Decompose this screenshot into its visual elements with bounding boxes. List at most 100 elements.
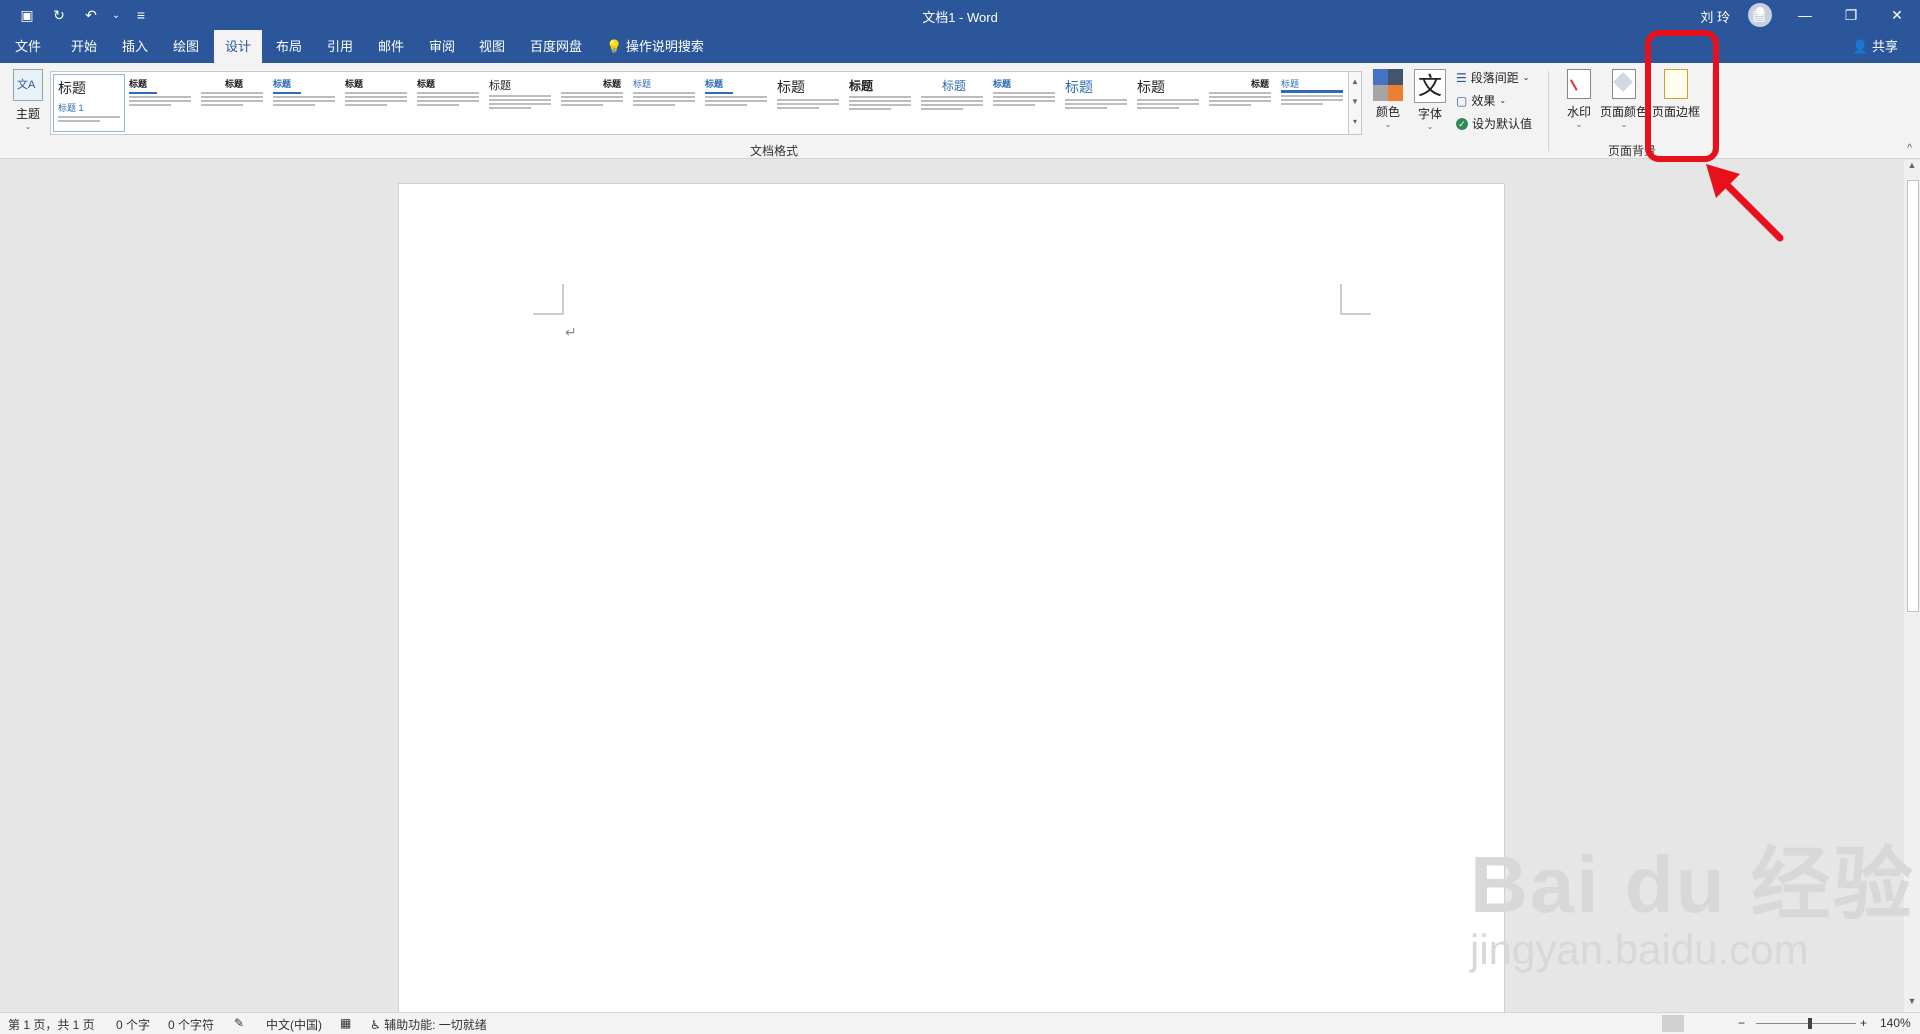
style-title: 标题 (633, 79, 652, 89)
tab-mailings[interactable]: 邮件 (369, 30, 413, 63)
tell-me-search[interactable]: 💡 操作说明搜索 (606, 30, 704, 63)
fonts-label: 字体 (1417, 107, 1442, 121)
gallery-more-icon[interactable]: ▾ (1349, 112, 1361, 132)
page-color-label: 页面颜色 (1599, 105, 1648, 119)
page-count[interactable]: 第 1 页，共 1 页 (8, 1016, 95, 1033)
style-set-item[interactable]: 标题 (485, 74, 555, 130)
print-layout-icon[interactable] (1662, 1015, 1684, 1032)
scroll-up-icon[interactable]: ▲ (1904, 160, 1920, 176)
web-layout-icon[interactable] (1700, 1015, 1722, 1032)
style-title: 标题 (1065, 79, 1093, 95)
themes-button[interactable]: 文A 主题 ⌄ (10, 69, 46, 131)
tab-design[interactable]: 设计 (214, 30, 262, 63)
style-set-item[interactable]: 标题 (197, 74, 267, 130)
macro-icon[interactable]: ▦ (340, 1016, 351, 1030)
style-set-item[interactable]: 标题 标题 1 (53, 74, 125, 132)
word-count[interactable]: 0 个字 (116, 1016, 150, 1033)
accessibility-status[interactable]: ♿ 辅助功能: 一切就绪 (370, 1016, 487, 1033)
zoom-out-button[interactable]: − (1738, 1016, 1745, 1030)
zoom-slider[interactable] (1756, 1023, 1856, 1024)
style-set-item[interactable]: 标题 (341, 74, 411, 130)
style-set-item[interactable]: 标题 (629, 74, 699, 130)
accessibility-label: 辅助功能: 一切就绪 (384, 1018, 487, 1032)
style-title: 标题 (273, 79, 292, 89)
title-bar: ▣ ↻ ↶ ⌄ ≡ 文档1 - Word 刘 玲 ▤ — ❐ ✕ (0, 0, 1920, 30)
tab-draw[interactable]: 绘图 (164, 30, 208, 63)
style-set-item[interactable]: 标题 (1133, 74, 1203, 130)
tab-review[interactable]: 审阅 (420, 30, 464, 63)
zoom-slider-thumb[interactable] (1808, 1018, 1812, 1029)
tab-references[interactable]: 引用 (318, 30, 362, 63)
effects-label: 效果 (1471, 94, 1496, 108)
style-set-item[interactable]: 标题 (1205, 74, 1275, 130)
style-set-item[interactable]: 标题 (989, 74, 1059, 130)
style-set-item[interactable]: 标题 (269, 74, 339, 130)
effects-icon: ▢ (1456, 93, 1468, 108)
ribbon-display-button[interactable]: ▤ (1736, 0, 1782, 30)
style-title: 标题 (1250, 79, 1269, 89)
style-title: 标题 (417, 79, 436, 89)
restore-button[interactable]: ❐ (1828, 0, 1874, 30)
document-page[interactable]: ↵ (398, 183, 1505, 1015)
colors-button[interactable]: 颜色 ⌄ (1370, 69, 1406, 129)
char-count[interactable]: 0 个字符 (168, 1016, 214, 1033)
language[interactable]: 中文(中国) (266, 1016, 322, 1033)
share-button[interactable]: 👤 共享 (1852, 30, 1898, 63)
gallery-scroll[interactable]: ▲ ▼ ▾ (1348, 72, 1361, 134)
style-set-item[interactable]: 标题 (773, 74, 843, 130)
fonts-icon: 文 (1414, 69, 1446, 103)
style-set-item[interactable]: 标题 (1277, 74, 1347, 130)
set-as-default-label: 设为默认值 (1472, 117, 1533, 131)
ribbon-tabs: 文件 开始 插入 绘图 设计 布局 引用 邮件 审阅 视图 百度网盘 💡 操作说… (0, 30, 1920, 63)
tab-home[interactable]: 开始 (62, 30, 106, 63)
collapse-ribbon-icon[interactable]: ^ (1907, 143, 1912, 154)
paragraph-spacing-button[interactable]: ☰ 段落间距 ⌄ (1456, 69, 1529, 86)
tab-insert[interactable]: 插入 (113, 30, 157, 63)
zoom-level[interactable]: 140% (1880, 1016, 1911, 1030)
tab-view[interactable]: 视图 (470, 30, 514, 63)
style-set-item[interactable]: 标题 (845, 74, 915, 130)
margin-corner-mark (1340, 284, 1371, 315)
user-name[interactable]: 刘 玲 (1700, 7, 1730, 26)
close-button[interactable]: ✕ (1874, 0, 1920, 30)
watermark-label: 水印 (1566, 105, 1591, 119)
watermark-icon (1567, 69, 1591, 99)
themes-label: 主题 (15, 107, 40, 121)
share-label: 共享 (1871, 39, 1898, 54)
scroll-down-icon[interactable]: ▼ (1904, 996, 1920, 1012)
tab-layout[interactable]: 布局 (267, 30, 311, 63)
window-controls: ▤ — ❐ ✕ (1736, 0, 1920, 30)
margin-corner-mark (533, 284, 564, 315)
style-title: 标题 (224, 79, 243, 89)
set-as-default-button[interactable]: ✓ 设为默认值 (1456, 115, 1532, 132)
style-set-item[interactable]: 标题 (413, 74, 483, 130)
effects-button[interactable]: ▢ 效果 ⌄ (1456, 92, 1506, 109)
fonts-button[interactable]: 文 字体 ⌄ (1412, 69, 1448, 131)
minimize-button[interactable]: — (1782, 0, 1828, 30)
style-set-item[interactable]: 标题 (917, 74, 987, 130)
style-set-item[interactable]: 标题 (1061, 74, 1131, 130)
read-mode-icon[interactable] (1624, 1015, 1646, 1032)
person-icon: 👤 (1852, 39, 1869, 54)
tell-me-label: 操作说明搜索 (625, 39, 704, 54)
proofing-icon[interactable]: ✎ (234, 1016, 244, 1030)
style-title: 标题 (345, 79, 364, 89)
style-set-item[interactable]: 标题 (125, 74, 195, 130)
page-color-button[interactable]: 页面颜色 ⌄ (1598, 69, 1650, 129)
colors-icon (1373, 69, 1403, 101)
style-title: 标题 (1281, 77, 1343, 93)
gallery-down-icon[interactable]: ▼ (1349, 92, 1361, 112)
accessibility-icon: ♿ (370, 1018, 381, 1032)
style-set-item[interactable]: 标题 (701, 74, 771, 130)
tab-baidu-netdisk[interactable]: 百度网盘 (524, 30, 588, 63)
style-title: 标题 (58, 80, 86, 96)
watermark-button[interactable]: 水印 ⌄ (1560, 69, 1598, 129)
gallery-up-icon[interactable]: ▲ (1349, 72, 1361, 92)
colors-label: 颜色 (1375, 105, 1400, 119)
page-color-icon (1612, 69, 1636, 99)
scroll-thumb[interactable] (1907, 180, 1919, 612)
style-title: 标题 (602, 79, 621, 89)
zoom-in-button[interactable]: + (1860, 1016, 1867, 1030)
style-set-item[interactable]: 标题 (557, 74, 627, 130)
tab-file[interactable]: 文件 (6, 30, 50, 63)
